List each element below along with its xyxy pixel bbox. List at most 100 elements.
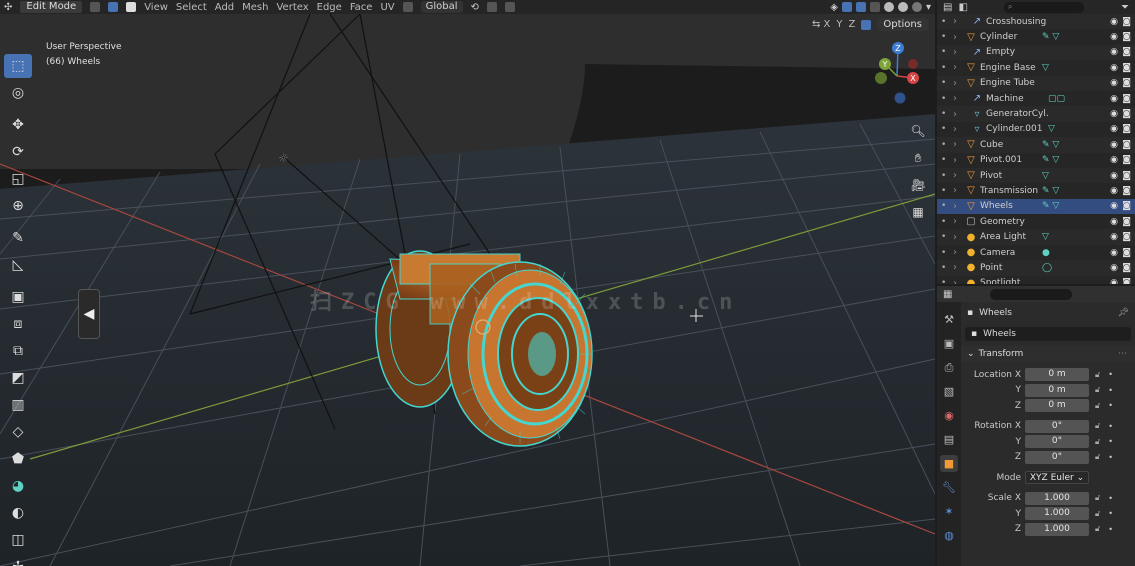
modifier-icons[interactable]: ●	[1042, 248, 1078, 258]
scale-x-field[interactable]: 1.000	[1025, 491, 1089, 505]
modifier-icons[interactable]: ✎ ▽	[1042, 140, 1078, 150]
modifier-icons[interactable]: ▽	[1042, 171, 1078, 181]
keyframe-dot-icon[interactable]: •	[1108, 437, 1113, 446]
modifier-icons[interactable]: ▽	[1042, 63, 1078, 73]
keyframe-dot-icon[interactable]: •	[1108, 525, 1113, 534]
outliner-search[interactable]: ⌕	[1003, 1, 1084, 13]
rotate-tool[interactable]: ⟳	[4, 140, 32, 164]
outliner-row[interactable]: •›▿ GeneratorCyl.001 ◉ ◙	[937, 106, 1135, 122]
camera-restrict-icon[interactable]: ◙	[1122, 248, 1131, 258]
menu-select[interactable]: Select	[176, 2, 207, 13]
outliner-row[interactable]: • › ▽ Cube ✎ ▽ ◉ ◙	[937, 137, 1135, 153]
outliner-row[interactable]: • › ● Camera ● ◉ ◙	[937, 245, 1135, 260]
eye-icon[interactable]: ◉	[1110, 232, 1118, 242]
outliner-row[interactable]: • › ▿ Cylinder.001 ▽ ◉ ◙	[937, 122, 1135, 137]
camera-restrict-icon[interactable]: ◙	[1122, 17, 1131, 27]
outliner-row[interactable]: • › ↗ Machine ▢▢ ◉ ◙	[937, 91, 1135, 106]
outliner-row[interactable]: • › ● Point ◯ ◉ ◙	[937, 260, 1135, 276]
select-dot-icon[interactable]: •	[941, 140, 953, 150]
tab-render[interactable]: ▣	[940, 335, 958, 352]
expand-arrow-icon[interactable]: ›	[953, 278, 965, 284]
eye-icon[interactable]: ◉	[1110, 217, 1118, 227]
add-cube-tool[interactable]: ▣	[4, 285, 32, 309]
camera-restrict-icon[interactable]: ◙	[1122, 171, 1131, 181]
lock-icon[interactable]: 🔓︎	[1095, 437, 1100, 447]
expand-arrow-icon[interactable]: ›	[953, 93, 971, 104]
mirror-toggle-button[interactable]	[861, 19, 872, 30]
location-x-field[interactable]: 0 m	[1025, 368, 1089, 382]
lock-icon[interactable]: 🔓︎	[1095, 524, 1100, 534]
tab-physics[interactable]: ◍	[940, 527, 958, 544]
modifier-icons[interactable]: ✎ ▽	[1042, 32, 1078, 42]
poly-build-tool[interactable]: ⬟	[4, 447, 32, 471]
lock-icon[interactable]: 🔓︎	[1095, 385, 1100, 395]
axis-z-toggle[interactable]: Z	[849, 19, 856, 30]
camera-restrict-icon[interactable]: ◙	[1122, 63, 1131, 73]
tab-particles[interactable]: ✶	[940, 503, 958, 520]
transform-orientation-dropdown[interactable]: Global	[420, 1, 463, 13]
eye-icon[interactable]: ◉	[1110, 47, 1118, 57]
eye-icon[interactable]: ◉	[1110, 278, 1118, 284]
select-dot-icon[interactable]: •	[941, 17, 953, 27]
tab-scene[interactable]: ◉	[940, 407, 958, 424]
modifier-icons[interactable]: ▢▢	[1048, 94, 1084, 104]
visibility-icon[interactable]: ◈	[830, 2, 838, 13]
outliner-row[interactable]: • › ▽ Wheels ✎ ▽ ◉ ◙	[937, 198, 1135, 215]
modifier-icons[interactable]: ✎ ▽	[1042, 186, 1078, 196]
select-dot-icon[interactable]: •	[941, 186, 953, 196]
menu-mesh[interactable]: Mesh	[242, 2, 268, 13]
lock-icon[interactable]: 🔓︎	[1095, 401, 1100, 411]
extrude-tool[interactable]: ⧈	[4, 312, 32, 336]
edge-slide-tool[interactable]: ◫	[4, 528, 32, 552]
expand-arrow-icon[interactable]: ›	[953, 247, 965, 258]
overlays-toggle-button[interactable]	[855, 2, 866, 12]
camera-restrict-icon[interactable]: ◙	[1122, 109, 1131, 119]
eye-icon[interactable]: ◉	[1110, 201, 1118, 211]
pivot-icon[interactable]: ⟲	[471, 2, 479, 13]
rotation-y-field[interactable]: 0°	[1025, 435, 1089, 449]
outliner-row[interactable]: • › ▽ Pivot.001 ✎ ▽ ◉ ◙	[937, 153, 1135, 168]
face-select-button[interactable]	[126, 2, 137, 12]
keyframe-dot-icon[interactable]: •	[1108, 494, 1113, 503]
pan-tool[interactable]: ✋︎	[908, 149, 928, 167]
expand-arrow-icon[interactable]: ›	[953, 216, 965, 227]
overlay-toggle-button[interactable]	[402, 2, 413, 12]
tab-tool[interactable]: ⚒	[940, 311, 958, 328]
rotation-z-field[interactable]: 0°	[1025, 450, 1089, 464]
menu-edge[interactable]: Edge	[317, 2, 342, 13]
expand-arrow-icon[interactable]: ›	[953, 185, 965, 196]
camera-restrict-icon[interactable]: ◙	[1122, 232, 1131, 242]
select-dot-icon[interactable]: •	[941, 32, 953, 42]
eye-icon[interactable]: ◉	[1110, 124, 1118, 134]
camera-restrict-icon[interactable]: ◙	[1122, 32, 1131, 42]
outliner-row[interactable]: • › ● Area Light ▽ ◉ ◙	[937, 229, 1135, 245]
keyframe-dot-icon[interactable]: •	[1108, 422, 1113, 431]
lock-icon[interactable]: 🔓︎	[1095, 452, 1100, 462]
mode-selector[interactable]: Edit Mode	[20, 1, 83, 13]
eye-icon[interactable]: ◉	[1110, 155, 1118, 165]
ortho-toggle-tool[interactable]: ▦	[908, 203, 928, 221]
select-dot-icon[interactable]: •	[941, 278, 953, 284]
expand-arrow-icon[interactable]: ›	[953, 124, 971, 135]
edge-select-button[interactable]	[108, 2, 119, 12]
smooth-tool[interactable]: ◐	[4, 501, 32, 525]
camera-restrict-icon[interactable]: ◙	[1122, 263, 1131, 273]
eye-icon[interactable]: ◉	[1110, 140, 1118, 150]
proportional-edit-button[interactable]	[504, 2, 515, 12]
outliner-row[interactable]: • › ↗ Empty ◉ ◙	[937, 44, 1135, 61]
keyframe-dot-icon[interactable]: •	[1108, 370, 1113, 379]
select-dot-icon[interactable]: •	[941, 232, 953, 242]
eye-icon[interactable]: ◉	[1110, 248, 1118, 258]
options-dropdown[interactable]: Options	[877, 18, 928, 31]
camera-restrict-icon[interactable]: ◙	[1122, 124, 1131, 134]
outliner-row[interactable]: • › ▽ Transmission ✎ ▽ ◉ ◙	[937, 183, 1135, 198]
camera-restrict-icon[interactable]: ◙	[1122, 201, 1131, 211]
camera-restrict-icon[interactable]: ◙	[1122, 140, 1131, 150]
keyframe-dot-icon[interactable]: •	[1108, 453, 1113, 462]
eye-icon[interactable]: ◉	[1110, 32, 1118, 42]
outliner-editor-icon[interactable]: ▤	[943, 2, 952, 13]
display-mode-icon[interactable]: ◧	[958, 2, 967, 13]
expand-arrow-icon[interactable]: ›	[953, 62, 965, 73]
lock-icon[interactable]: 🔓︎	[1095, 493, 1100, 503]
outliner-row[interactable]: • › ▢ Geometry ◉ ◙	[937, 214, 1135, 229]
